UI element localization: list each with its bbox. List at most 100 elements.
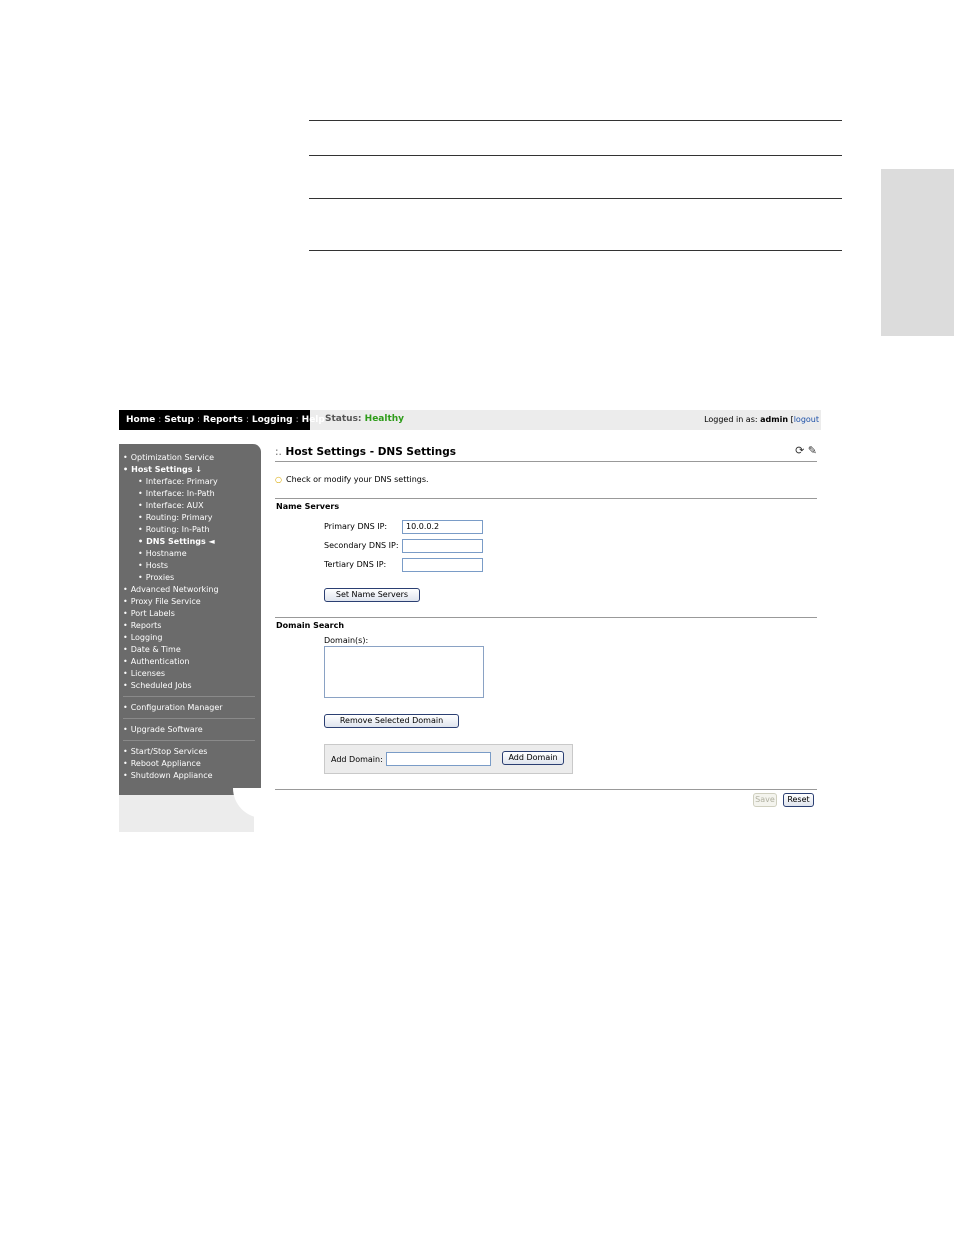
footer-divider bbox=[275, 789, 817, 790]
sidebar-item-label: Date & Time bbox=[130, 645, 181, 654]
sidebar-divider bbox=[123, 718, 255, 719]
sidebar-item-label: Licenses bbox=[130, 669, 166, 678]
bullet-icon: • bbox=[123, 609, 128, 618]
remove-selected-domain-button[interactable]: Remove Selected Domain bbox=[324, 714, 459, 728]
sidebar-item-label: Host Settings ↓ bbox=[131, 465, 202, 474]
secondary-dns-input[interactable] bbox=[402, 539, 483, 553]
bullet-icon: • bbox=[123, 703, 128, 712]
bullet-icon: • bbox=[123, 645, 128, 654]
secondary-dns-label: Secondary DNS IP: bbox=[324, 541, 399, 550]
nav-reports[interactable]: Reports bbox=[203, 415, 243, 425]
domains-listbox[interactable] bbox=[324, 646, 484, 698]
bullet-icon: • bbox=[123, 465, 129, 474]
sidebar-item-label: Upgrade Software bbox=[130, 725, 203, 734]
bullet-icon: • bbox=[138, 513, 143, 522]
sidebar-item-label: Hostname bbox=[145, 549, 187, 558]
logout-link[interactable]: logout bbox=[794, 415, 819, 424]
bullet-icon: • bbox=[138, 561, 143, 570]
app-screenshot: Home : Setup : Reports : Logging : Help … bbox=[119, 410, 821, 832]
sidebar-item[interactable]: • Proxies bbox=[123, 572, 261, 584]
sidebar-item[interactable]: • Authentication bbox=[123, 656, 261, 668]
bullet-icon: • bbox=[123, 759, 128, 768]
sidebar-item[interactable]: • Optimization Service bbox=[123, 452, 261, 464]
sidebar-item-label: Interface: AUX bbox=[145, 501, 204, 510]
page-title-prefix: :. bbox=[275, 446, 282, 458]
sidebar-divider bbox=[123, 696, 255, 697]
sidebar-item[interactable]: • Interface: Primary bbox=[123, 476, 261, 488]
page-title: :. Host Settings - DNS Settings bbox=[275, 446, 456, 458]
sidebar-item-label: Scheduled Jobs bbox=[130, 681, 192, 690]
tertiary-dns-input[interactable] bbox=[402, 558, 483, 572]
sidebar-item-label: DNS Settings ◄ bbox=[146, 537, 215, 546]
document-rule-2 bbox=[309, 155, 842, 156]
bullet-icon: • bbox=[138, 477, 143, 486]
nav-home[interactable]: Home bbox=[126, 415, 155, 425]
bullet-icon: • bbox=[123, 669, 128, 678]
sidebar-item[interactable]: • Date & Time bbox=[123, 644, 261, 656]
bullet-icon: • bbox=[138, 525, 143, 534]
sidebar-item-label: Routing: Primary bbox=[145, 513, 213, 522]
bullet-icon: • bbox=[123, 681, 128, 690]
save-button[interactable]: Save bbox=[753, 793, 777, 807]
sidebar-item[interactable]: • Host Settings ↓ bbox=[123, 464, 261, 476]
nav-separator: : bbox=[197, 415, 201, 425]
document-rule-1 bbox=[309, 120, 842, 121]
sidebar-item[interactable]: • Start/Stop Services bbox=[123, 746, 261, 758]
set-name-servers-button[interactable]: Set Name Servers bbox=[324, 588, 420, 602]
add-domain-label: Add Domain: bbox=[331, 755, 383, 764]
sidebar-divider bbox=[123, 740, 255, 741]
sidebar-group-upgrade: • Upgrade Software bbox=[119, 724, 261, 736]
sidebar-group-system: • Start/Stop Services • Reboot Appliance • Sh… bbox=[119, 746, 261, 782]
sidebar-item[interactable]: • DNS Settings ◄ bbox=[123, 536, 261, 548]
login-info: Logged in as: admin [logout bbox=[704, 415, 819, 424]
add-domain-input[interactable] bbox=[386, 752, 491, 766]
bullet-icon: • bbox=[123, 747, 128, 756]
sidebar-item[interactable]: • Scheduled Jobs bbox=[123, 680, 261, 692]
title-divider bbox=[275, 461, 817, 462]
refresh-icon[interactable]: ⟳ bbox=[795, 444, 804, 457]
domain-search-heading: Domain Search bbox=[276, 621, 345, 630]
sidebar-item[interactable]: • Upgrade Software bbox=[123, 724, 261, 736]
sidebar-item-label: Start/Stop Services bbox=[130, 747, 208, 756]
sidebar-item-label: Interface: Primary bbox=[145, 477, 218, 486]
sidebar-item[interactable]: • Port Labels bbox=[123, 608, 261, 620]
nav-logging[interactable]: Logging bbox=[252, 415, 293, 425]
sidebar-item[interactable]: • Logging bbox=[123, 632, 261, 644]
sidebar-item[interactable]: • Routing: Primary bbox=[123, 512, 261, 524]
nav-help[interactable]: Help bbox=[302, 415, 325, 425]
sidebar-item[interactable]: • Reboot Appliance bbox=[123, 758, 261, 770]
sidebar-item[interactable]: • Configuration Manager bbox=[123, 702, 261, 714]
add-domain-panel: Add Domain: Add Domain bbox=[324, 744, 573, 774]
page-tip-text: Check or modify your DNS settings. bbox=[285, 475, 429, 484]
login-user: admin bbox=[760, 415, 789, 424]
sidebar-item[interactable]: • Reports bbox=[123, 620, 261, 632]
nav-setup[interactable]: Setup bbox=[164, 415, 194, 430]
sidebar-item[interactable]: • Hostname bbox=[123, 548, 261, 560]
sidebar-item[interactable]: • Interface: In-Path bbox=[123, 488, 261, 500]
sidebar-item[interactable]: • Interface: AUX bbox=[123, 500, 261, 512]
sidebar-item-label: Routing: In-Path bbox=[145, 525, 210, 534]
add-domain-button[interactable]: Add Domain bbox=[502, 751, 564, 765]
name-servers-divider bbox=[275, 498, 817, 499]
sidebar-item-label: Proxy File Service bbox=[130, 597, 201, 606]
chapter-side-tab bbox=[881, 169, 954, 336]
sidebar-item[interactable]: • Licenses bbox=[123, 668, 261, 680]
page-title-text: Host Settings - DNS Settings bbox=[285, 446, 456, 458]
sidebar-item-label: Logging bbox=[130, 633, 163, 642]
primary-dns-input[interactable]: 10.0.0.2 bbox=[402, 520, 483, 534]
nav-separator: : bbox=[295, 415, 299, 425]
bullet-icon: • bbox=[123, 453, 128, 462]
bullet-icon: • bbox=[138, 549, 143, 558]
sidebar-item[interactable]: • Routing: In-Path bbox=[123, 524, 261, 536]
page-tip: ○ Check or modify your DNS settings. bbox=[275, 475, 429, 484]
sidebar-item[interactable]: • Shutdown Appliance bbox=[123, 770, 261, 782]
status-label: Status: bbox=[325, 414, 362, 424]
status-value: Healthy bbox=[364, 414, 405, 424]
reset-button[interactable]: Reset bbox=[783, 793, 814, 807]
sidebar-item[interactable]: • Advanced Networking bbox=[123, 584, 261, 596]
sidebar-group-main: • Optimization Service • Host Settings ↓ • In… bbox=[119, 444, 261, 692]
sidebar-item[interactable]: • Hosts bbox=[123, 560, 261, 572]
sidebar-item[interactable]: • Proxy File Service bbox=[123, 596, 261, 608]
sidebar-item-label: Optimization Service bbox=[130, 453, 215, 462]
help-book-icon[interactable]: ✎ bbox=[808, 444, 817, 457]
